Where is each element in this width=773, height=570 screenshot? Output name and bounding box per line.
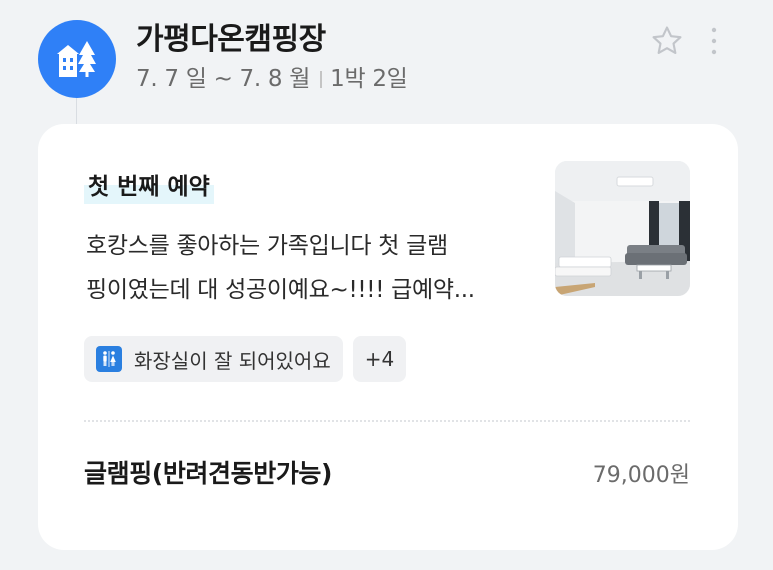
stay-duration: 1박 2일 [330,66,408,92]
place-avatar[interactable] [38,20,116,98]
timeline-connector [76,96,77,126]
keyword-chip-label: 화장실이 잘 되어있어요 [134,348,331,373]
building-tree-icon [57,41,96,77]
more-keywords-chip[interactable]: +4 [352,336,407,382]
room-price: 79,000원 [592,463,690,488]
review-text-line: 핑이였는데 대 성공이예요~!!!! 급예약... [86,277,475,303]
place-name[interactable]: 가평다온캠핑장 [136,20,326,60]
more-keywords-count: +4 [364,347,395,371]
card-divider [84,420,690,422]
keyword-chip[interactable]: 화장실이 잘 되어있어요 [84,336,343,382]
review-text[interactable]: 호캉스를 좋아하는 가족입니다 첫 글램 핑이였는데 대 성공이예요~!!!! … [86,224,536,312]
more-options-button[interactable] [700,22,728,60]
review-card[interactable]: 첫 번째 예약 호캉스를 좋아하는 가족입니다 첫 글램 핑이였는데 대 성공이… [38,124,738,550]
review-keywords: 화장실이 잘 되어있어요 +4 [84,336,407,382]
room-photo-image [555,161,690,296]
booking-history-item: 가평다온캠핑장 7. 7 일 ~ 7. 8 월 1박 2일 첫 번째 예약 호캉… [0,0,773,570]
stay-dates: 7. 7 일 ~ 7. 8 월 1박 2일 [136,64,408,94]
restroom-icon [96,346,122,372]
review-photo[interactable] [555,161,690,296]
vertical-dots-icon [711,27,717,55]
star-outline-icon [652,26,682,54]
review-text-line: 호캉스를 좋아하는 가족입니다 첫 글램 [86,233,448,259]
check-in-out-dates: 7. 7 일 ~ 7. 8 월 [136,66,311,92]
room-name: 글램핑(반려견동반가능) [84,459,333,488]
favorite-button[interactable] [648,22,686,60]
review-tag: 첫 번째 예약 [84,164,214,204]
dates-separator [320,70,323,88]
